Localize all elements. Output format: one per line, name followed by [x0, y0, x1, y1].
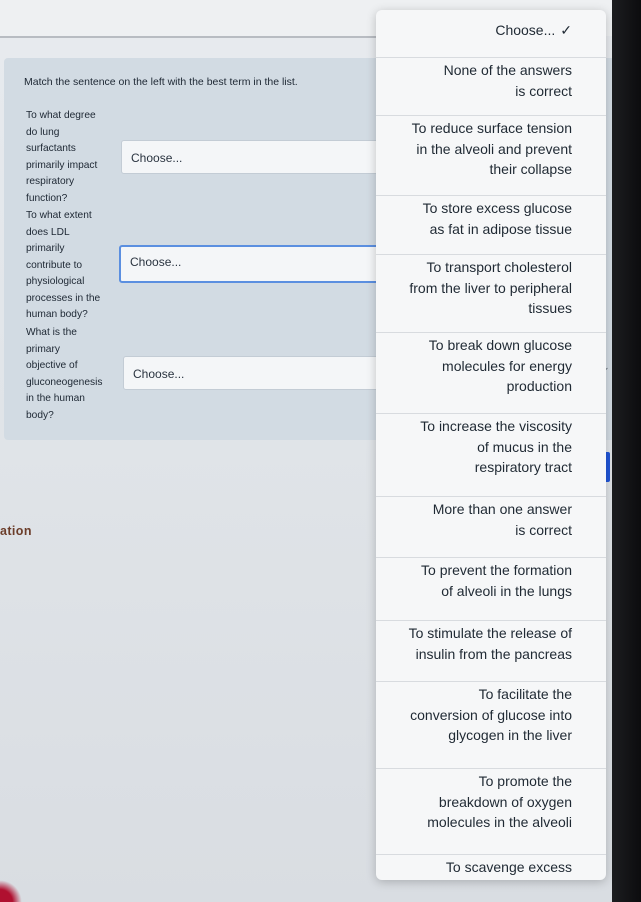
question-text-2: To what extent does LDL primarily contri…: [26, 210, 101, 320]
dropdown-option[interactable]: To reduce surface tension in the alveoli…: [376, 115, 606, 195]
checkmark-icon: ✓: [560, 22, 572, 38]
question-text-1: To what degree do lung surfactants prima…: [26, 110, 98, 204]
question-text-3: What is the primary objective of glucone…: [26, 327, 103, 421]
dropdown-option[interactable]: To break down glucose molecules for ener…: [376, 332, 606, 413]
answer-select-1[interactable]: Choose...: [121, 140, 391, 174]
dropdown-option[interactable]: More than one answer is correct: [376, 496, 606, 557]
dropdown-option[interactable]: To scavenge excess: [376, 854, 606, 880]
dropdown-option[interactable]: To stimulate the release of insulin from…: [376, 620, 606, 681]
dropdown-option[interactable]: To prevent the formation of alveoli in t…: [376, 557, 606, 620]
dropdown-option[interactable]: None of the answers is correct: [376, 57, 606, 115]
instructions-text: Match the sentence on the left with the …: [24, 76, 298, 88]
dropdown-option[interactable]: To facilitate the conversion of glucose …: [376, 681, 606, 768]
section-heading-fragment: ation: [0, 524, 32, 538]
dropdown-menu: Choose... ✓ None of the answers is correc…: [376, 10, 606, 880]
screen-edge: [612, 0, 641, 902]
dropdown-option-label: Choose...: [495, 22, 556, 38]
corner-decoration: [0, 880, 22, 902]
answer-select-3[interactable]: Choose...: [123, 356, 391, 390]
dropdown-option[interactable]: To transport cholesterol from the liver …: [376, 254, 606, 332]
dropdown-option[interactable]: To store excess glucose as fat in adipos…: [376, 195, 606, 254]
dropdown-option-selected[interactable]: Choose... ✓: [376, 20, 606, 57]
answer-select-2[interactable]: Choose...: [119, 245, 391, 283]
dropdown-option[interactable]: To increase the viscosity of mucus in th…: [376, 413, 606, 496]
dropdown-option[interactable]: To promote the breakdown of oxygen molec…: [376, 768, 606, 854]
header-divider: [0, 36, 400, 38]
